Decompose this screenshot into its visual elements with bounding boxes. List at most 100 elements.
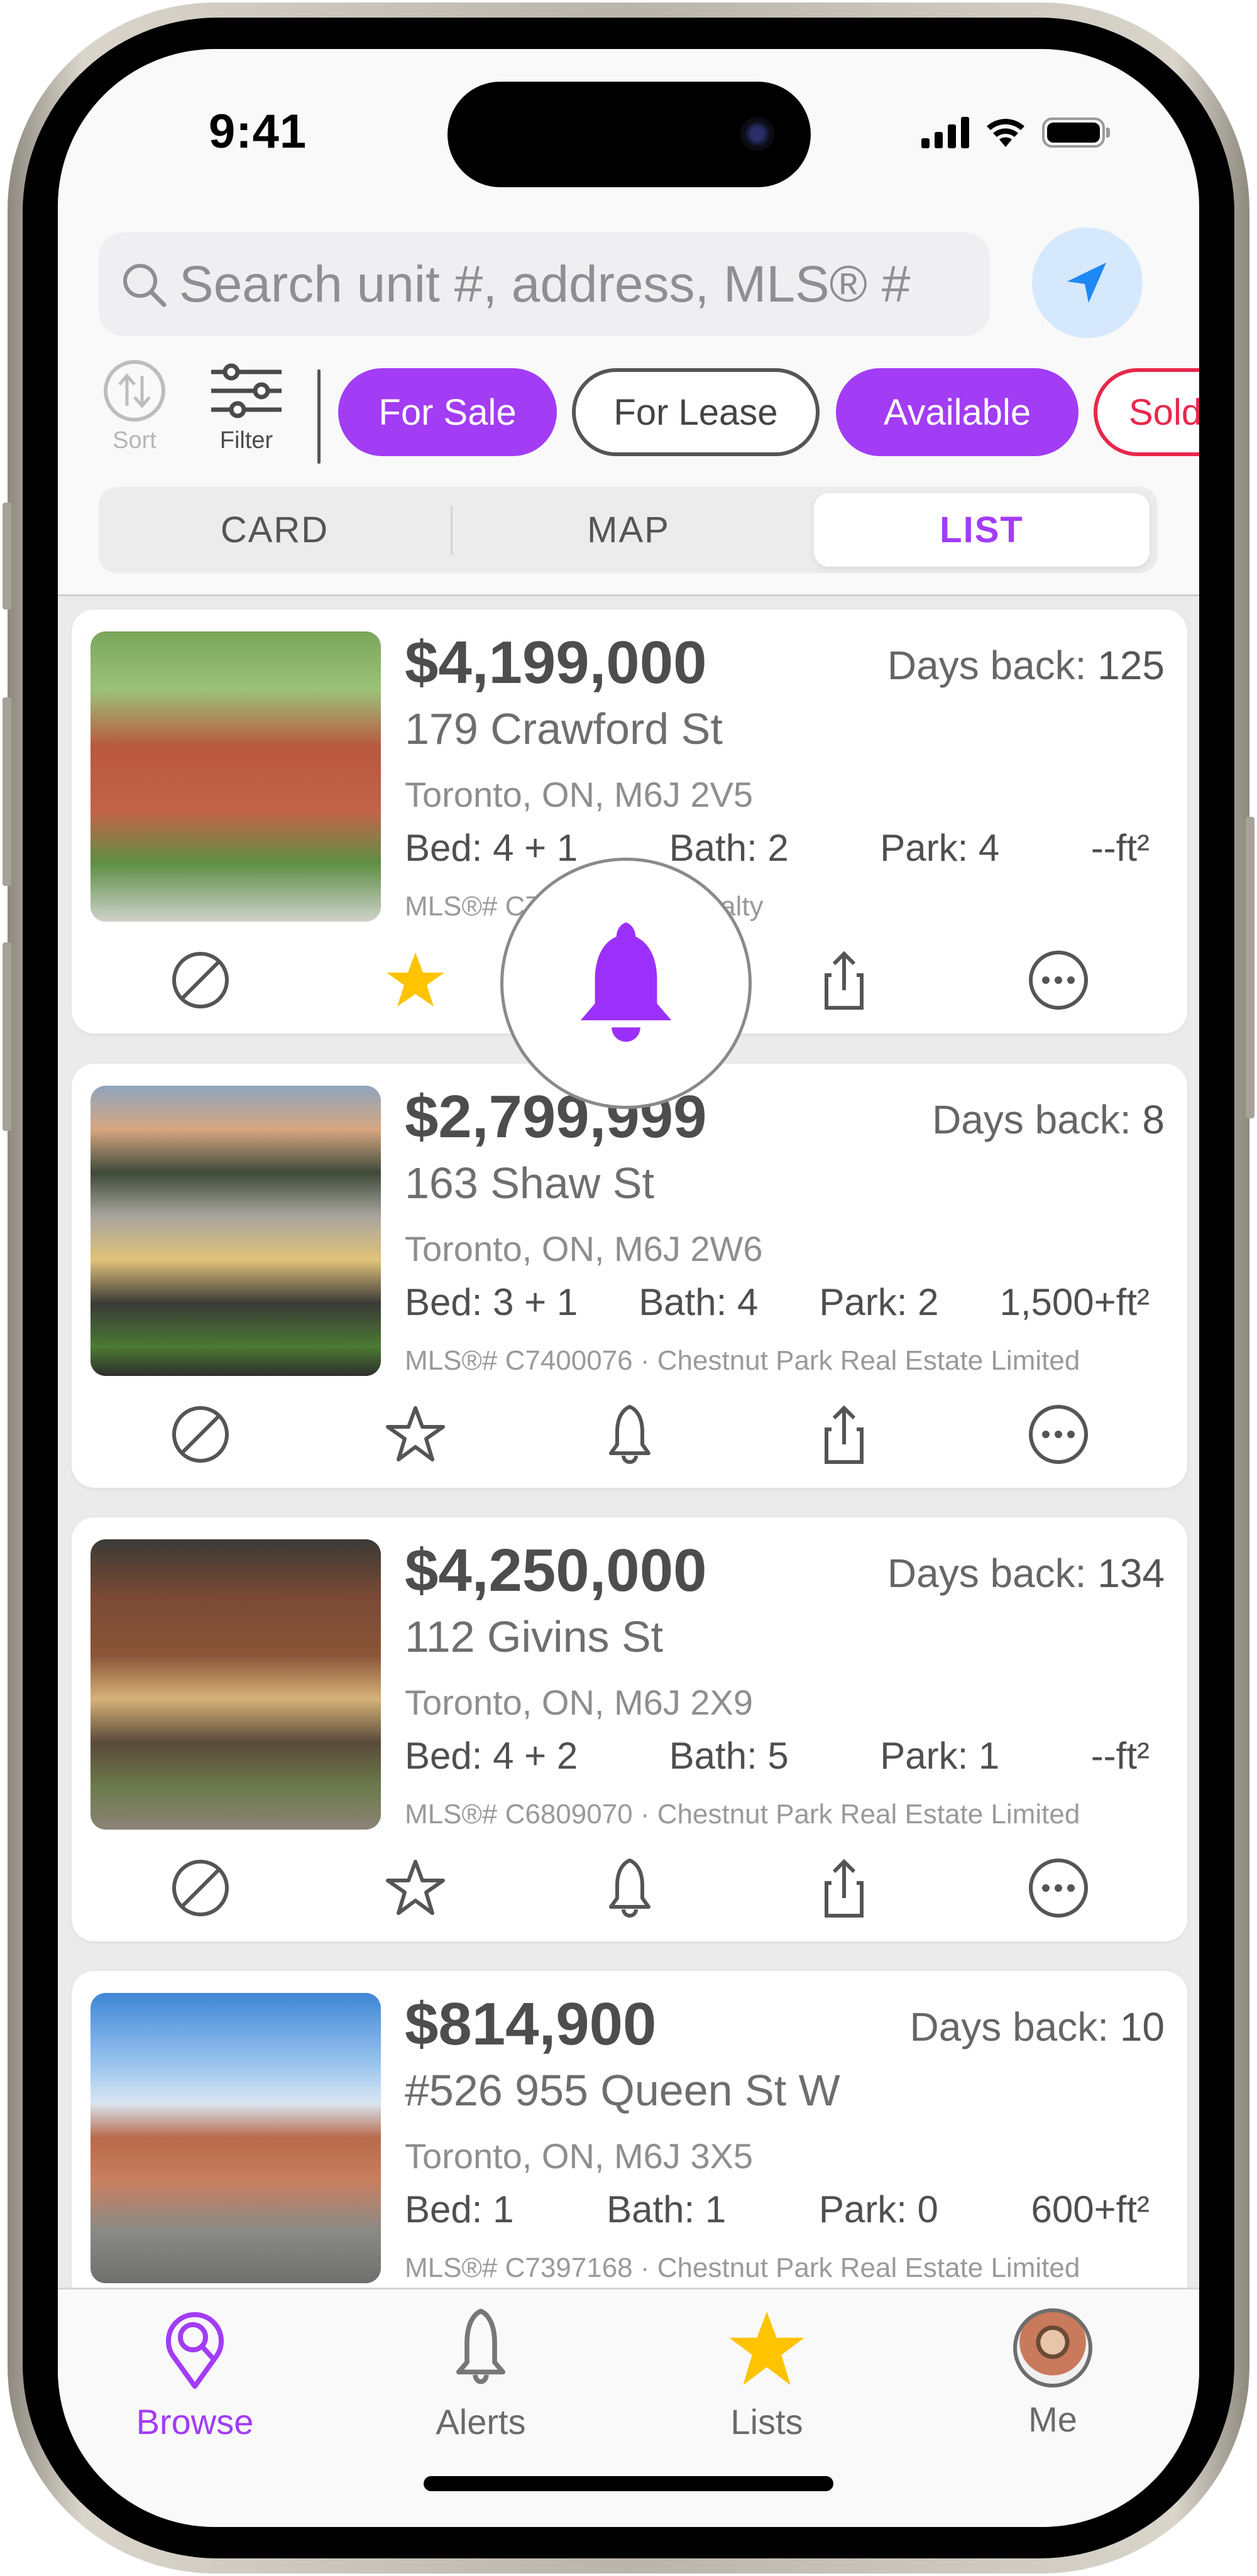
- days-back: Days back: 10: [909, 2004, 1165, 2050]
- cellular-signal-icon: [921, 117, 969, 148]
- alert-button[interactable]: [595, 1400, 664, 1469]
- power-button: [1246, 817, 1254, 1118]
- chip-for-lease[interactable]: For Lease: [572, 368, 820, 456]
- view-mode-segmented-control: CARD MAP LIST: [99, 487, 1158, 573]
- tab-me[interactable]: Me: [958, 2308, 1147, 2440]
- alert-bell-icon: [609, 1858, 650, 1918]
- dynamic-island: [447, 82, 811, 187]
- card-actions: [72, 1853, 1187, 1923]
- tab-label: Lists: [730, 2402, 803, 2442]
- alert-bell-filled-icon: [580, 922, 672, 1042]
- favorite-star-filled-icon: [387, 952, 444, 1007]
- card-actions: [72, 1400, 1187, 1469]
- more-button[interactable]: [1024, 1400, 1093, 1469]
- spec-bed: Bed: 4 + 1: [405, 827, 578, 869]
- spec-sqft: 1,500+ft²: [999, 1281, 1150, 1323]
- days-back-value: 134: [1097, 1551, 1165, 1596]
- spec-park: Park: 2: [819, 1281, 939, 1323]
- hide-button[interactable]: [166, 1853, 235, 1923]
- listing-price: $4,199,000: [405, 629, 707, 696]
- listing-photo[interactable]: [91, 1086, 381, 1376]
- listing-mls: MLS®# C6809070 · Chestnut Park Real Esta…: [405, 1799, 1080, 1830]
- spec-sqft: --ft²: [1090, 1735, 1150, 1777]
- location-arrow-icon: [1067, 263, 1106, 303]
- days-back: Days back: 134: [887, 1550, 1165, 1596]
- sort-button[interactable]: Sort: [102, 358, 167, 454]
- more-icon: [1029, 1858, 1088, 1918]
- chip-for-sale[interactable]: For Sale: [338, 368, 557, 456]
- listing-city: Toronto, ON, M6J 2V5: [405, 775, 754, 814]
- spec-bath: Bath: 2: [669, 827, 789, 869]
- spec-sqft: --ft²: [1090, 827, 1150, 869]
- spec-bed: Bed: 3 + 1: [405, 1281, 578, 1323]
- chip-available[interactable]: Available: [836, 368, 1079, 456]
- current-location-button[interactable]: [1032, 227, 1143, 338]
- listing-specs: Bed: 4 + 2 Bath: 5 Park: 1 --ft²: [405, 1734, 1150, 1777]
- tab-lists[interactable]: Lists: [672, 2308, 861, 2442]
- listing-price: $814,900: [405, 1990, 657, 2058]
- listing-card[interactable]: $4,250,000 Days back: 134 112 Givins St …: [72, 1517, 1187, 1941]
- listing-specs: Bed: 4 + 1 Bath: 2 Park: 4 --ft²: [405, 826, 1150, 870]
- share-button[interactable]: [810, 946, 879, 1015]
- share-button[interactable]: [810, 1853, 879, 1923]
- hide-button[interactable]: [166, 946, 235, 1015]
- search-bar[interactable]: [99, 232, 990, 336]
- days-back-label: Days back:: [932, 1097, 1131, 1142]
- days-back: Days back: 8: [932, 1096, 1165, 1143]
- days-back-value: 8: [1142, 1097, 1165, 1142]
- days-back-label: Days back:: [887, 643, 1087, 688]
- action-button: [3, 503, 11, 609]
- alert-button-highlighted[interactable]: [500, 858, 752, 1109]
- favorite-button[interactable]: [381, 1400, 450, 1469]
- hide-button[interactable]: [166, 1400, 235, 1469]
- spec-bed: Bed: 4 + 2: [405, 1735, 578, 1777]
- spec-park: Park: 0: [818, 2188, 938, 2230]
- listing-card[interactable]: $2,799,999 Days back: 8 163 Shaw St Toro…: [72, 1064, 1187, 1488]
- spec-park: Park: 1: [880, 1735, 1000, 1777]
- tab-map[interactable]: MAP: [453, 487, 804, 573]
- listing-city: Toronto, ON, M6J 2W6: [405, 1229, 763, 1269]
- favorite-button[interactable]: [381, 1853, 450, 1923]
- volume-up-button: [3, 697, 11, 886]
- status-time: 9:41: [209, 105, 307, 158]
- share-button[interactable]: [810, 1400, 879, 1469]
- volume-down-button: [3, 942, 11, 1131]
- listing-mls: MLS®# C7400076 · Chestnut Park Real Esta…: [405, 1345, 1080, 1376]
- listing-address: 163 Shaw St: [405, 1159, 654, 1208]
- alert-bell-icon: [609, 1405, 650, 1464]
- favorite-button[interactable]: [381, 946, 450, 1015]
- tab-list[interactable]: LIST: [814, 493, 1150, 567]
- search-icon: [123, 263, 167, 307]
- more-button[interactable]: [1024, 946, 1093, 1015]
- spec-bath: Bath: 5: [669, 1735, 789, 1777]
- battery-icon: [1042, 117, 1110, 148]
- days-back-value: 125: [1097, 643, 1165, 688]
- share-icon: [825, 1858, 864, 1918]
- tab-card[interactable]: CARD: [99, 487, 451, 573]
- more-icon: [1029, 951, 1088, 1010]
- tab-alerts[interactable]: Alerts: [387, 2308, 575, 2442]
- chip-sold[interactable]: Sold: [1094, 368, 1199, 456]
- listing-photo[interactable]: [91, 1539, 381, 1830]
- spec-park: Park: 4: [880, 827, 1000, 869]
- filter-button[interactable]: Filter: [209, 358, 284, 454]
- alert-button[interactable]: [595, 1853, 664, 1923]
- home-indicator[interactable]: [424, 2476, 833, 2491]
- days-back: Days back: 125: [887, 642, 1165, 689]
- listing-address: 112 Givins St: [405, 1612, 664, 1661]
- front-camera: [740, 117, 774, 151]
- listing-address: #526 955 Queen St W: [405, 2066, 840, 2115]
- filter-sliders-icon: [211, 363, 282, 418]
- more-button[interactable]: [1024, 1853, 1093, 1923]
- listing-price: $4,250,000: [405, 1537, 707, 1604]
- search-input[interactable]: [178, 254, 972, 315]
- days-back-label: Days back:: [909, 2004, 1109, 2049]
- status-icons: [921, 117, 1110, 148]
- tab-browse[interactable]: Browse: [101, 2308, 289, 2442]
- hide-icon: [172, 952, 229, 1008]
- sort-label: Sort: [113, 427, 156, 454]
- share-icon: [825, 951, 864, 1010]
- avatar: [1013, 2308, 1092, 2388]
- listing-photo[interactable]: [91, 631, 381, 922]
- listing-photo[interactable]: [91, 1993, 381, 2283]
